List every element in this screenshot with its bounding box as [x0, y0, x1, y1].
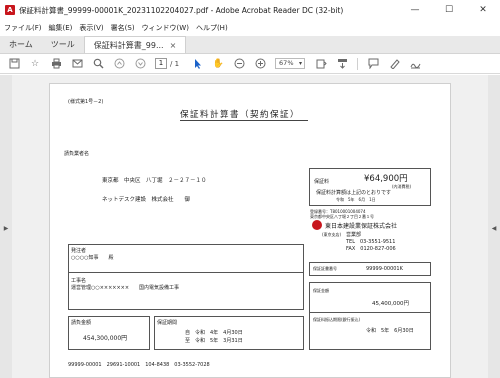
email-icon[interactable]: [71, 58, 83, 70]
tab-document-label: 保証料計算書_99...: [93, 40, 164, 50]
tab-home[interactable]: ホーム: [0, 36, 42, 53]
toolbar-separator: [357, 57, 359, 70]
fee-date: 令和 5年 6月 1日: [336, 197, 376, 202]
branch-label: (東京支店): [322, 232, 342, 237]
left-panel-toggle[interactable]: ▶: [0, 75, 12, 378]
payment-label: 保証料振込期限(銀行振込): [313, 317, 361, 322]
window-controls: — ☐ ✕: [398, 0, 500, 20]
pdf-icon: A: [5, 5, 15, 15]
fit-page-icon[interactable]: [315, 58, 327, 70]
chevron-left-icon: ◀: [491, 225, 497, 232]
chevron-right-icon: ▶: [3, 225, 9, 232]
right-panel-toggle[interactable]: ◀: [488, 75, 500, 378]
close-button[interactable]: ✕: [466, 0, 500, 20]
sign-icon[interactable]: [409, 58, 421, 70]
orderer-label: 発注者: [71, 248, 87, 254]
title-underline: [180, 120, 308, 121]
guarantee-number: 99999-00001K: [366, 266, 403, 272]
guarantee-period-label: 保証期間: [157, 320, 178, 326]
guarantee-number-box: 保証証書番号 99999-00001K: [309, 262, 431, 276]
premium-divider: [310, 312, 430, 313]
menu-edit[interactable]: 編集(E): [49, 23, 73, 33]
pdf-page: (様式第1号－2) 保証料計算書（契約保証） 請負業者名 東京都 中央区 八丁堀…: [49, 83, 451, 378]
zoom-select[interactable]: 67% ▾: [275, 58, 306, 69]
addressee-label: 請負業者名: [64, 151, 90, 157]
tel-number: TEL 03-3551-9511: [346, 239, 396, 245]
tab-close-icon[interactable]: ×: [170, 37, 177, 54]
hand-tool-icon[interactable]: ✋: [212, 58, 224, 70]
highlight-pen-icon[interactable]: [388, 58, 400, 70]
page-up-icon[interactable]: [113, 58, 125, 70]
contractor-company: ネットデスク建設 株式会社 御: [102, 197, 191, 203]
print-icon[interactable]: [50, 58, 62, 70]
footer-code: 99999-00001 29691-10001 104-8438 03-3552…: [68, 362, 210, 368]
comment-icon[interactable]: [367, 58, 379, 70]
document-title: 保証料計算書（契約保証）: [180, 110, 301, 120]
tax-note: (内消費税): [392, 184, 412, 189]
period-from: 自 令和 4年 4月30日: [185, 330, 243, 336]
guarantee-period-box: 保証期間 自 令和 4年 4月30日 至 令和 5年 3月31日: [154, 316, 304, 350]
form-number: (様式第1号－2): [68, 99, 104, 105]
orderer-name: ○○○○知事 殿: [71, 255, 114, 261]
fax-number: FAX 0120-827-006: [346, 246, 396, 252]
contract-amount-label: 請負金額: [71, 320, 92, 326]
orderer-divider: [69, 272, 303, 273]
zoom-in-icon[interactable]: [254, 58, 266, 70]
menu-window[interactable]: ウィンドウ(W): [142, 23, 189, 33]
menu-file[interactable]: ファイル(F): [4, 23, 42, 33]
zoom-value: 67%: [279, 59, 294, 67]
company-logo: [312, 220, 322, 230]
work-label: 工事名: [71, 278, 87, 284]
page-down-icon[interactable]: [134, 58, 146, 70]
select-cursor-icon[interactable]: [191, 58, 203, 70]
guarantee-number-label: 保証証書番号: [313, 266, 337, 271]
menu-view[interactable]: 表示(V): [79, 23, 103, 33]
issuer-address: 東京都中央区八丁堀２丁目２番１号: [310, 214, 374, 219]
fee-box: 保証料 ¥64,900円 (内消費税) 保証料計算額は上記のとおりです 令和 5…: [309, 168, 431, 206]
tab-document[interactable]: 保証料計算書_99... ×: [83, 36, 187, 54]
issuer-company: 東日本建設業保証株式会社: [325, 223, 398, 230]
maximize-button[interactable]: ☐: [432, 0, 466, 20]
minimize-button[interactable]: —: [398, 0, 432, 20]
menu-bar: ファイル(F) 編集(E) 表示(V) 署名(S) ウィンドウ(W) ヘルプ(H…: [0, 20, 500, 36]
premium-amount: 45,400,000円: [372, 301, 409, 307]
fee-text: 保証料計算額は上記のとおりです: [316, 190, 392, 196]
branch-name: 営業部: [346, 232, 362, 238]
payment-date: 令和 5年 6月30日: [366, 328, 414, 334]
fee-amount: ¥64,900円: [364, 174, 408, 184]
orderer-box: 発注者 ○○○○知事 殿 工事名 運営管理○○××××××× 国内電気設備工事: [68, 244, 304, 310]
bookmark-star-icon[interactable]: ☆: [29, 58, 41, 70]
menu-sign[interactable]: 署名(S): [111, 23, 135, 33]
title-bar: A 保証料計算書_99999-00001K_20231102204027.pdf…: [0, 0, 500, 20]
contractor-address: 東京都 中央区 八丁堀 ２－２７－１０: [102, 178, 207, 184]
premium-label: 保証金額: [313, 288, 329, 293]
menu-help[interactable]: ヘルプ(H): [196, 23, 228, 33]
save-icon[interactable]: [8, 58, 20, 70]
toolbar: ☆ 1 / 1 ✋ 67% ▾: [0, 54, 500, 74]
contract-amount-box: 請負金額 454,300,000円: [68, 316, 150, 350]
tab-bar: ホーム ツール 保証料計算書_99... ×: [0, 36, 500, 54]
work-name: 運営管理○○××××××× 国内電気設備工事: [71, 285, 180, 291]
tab-tools[interactable]: ツール: [42, 36, 84, 53]
period-to: 至 令和 5年 3月31日: [185, 338, 243, 344]
page-total: / 1: [170, 59, 180, 68]
premium-box: 保証金額 45,400,000円 保証料振込期限(銀行振込) 令和 5年 6月3…: [309, 282, 431, 350]
search-icon[interactable]: [92, 58, 104, 70]
scroll-mode-icon[interactable]: [336, 58, 348, 70]
contract-amount: 454,300,000円: [83, 335, 128, 342]
fee-label: 保証料: [314, 179, 330, 185]
chevron-down-icon: ▾: [299, 60, 303, 67]
zoom-out-icon[interactable]: [233, 58, 245, 70]
window-title: 保証料計算書_99999-00001K_20231102204027.pdf -…: [19, 5, 344, 15]
page-number-input[interactable]: 1: [155, 58, 167, 69]
